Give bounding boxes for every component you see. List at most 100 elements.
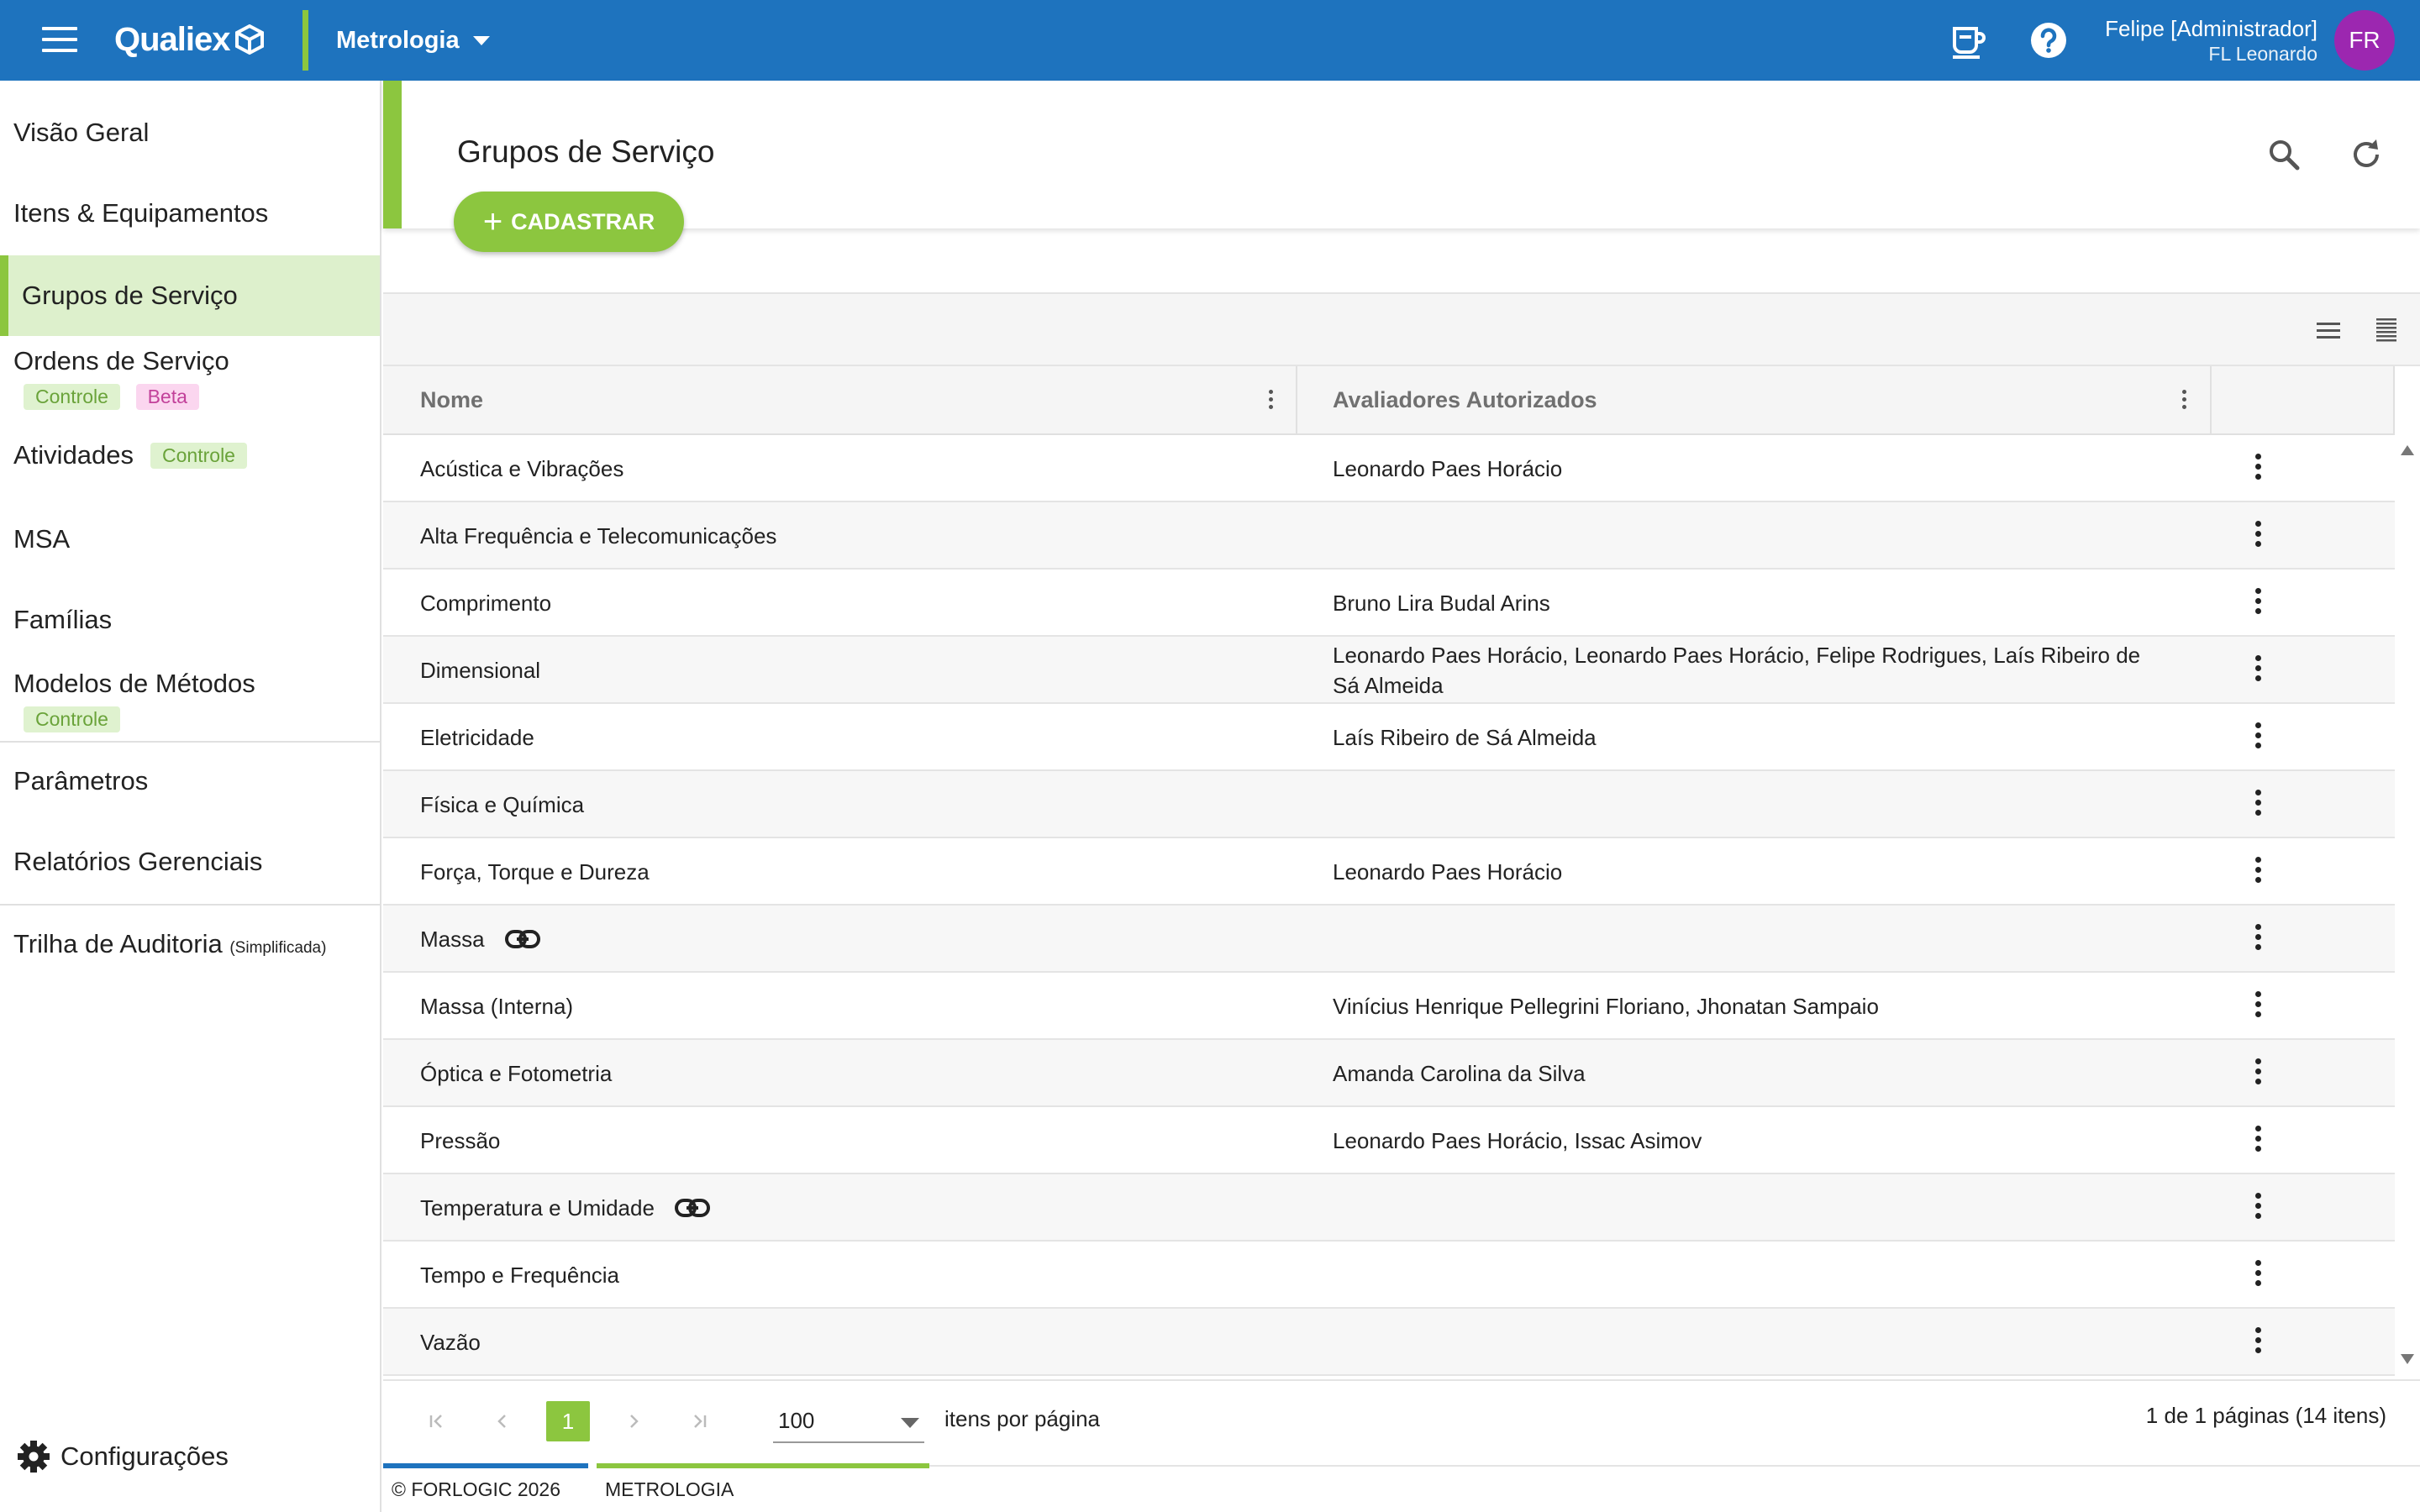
last-page-icon[interactable] [679, 1401, 719, 1441]
caret-down-icon [901, 1418, 919, 1428]
coffee-cup-icon[interactable] [1948, 20, 1988, 60]
cell-avaliadores: Leonardo Paes Horácio, Leonardo Paes Hor… [1333, 643, 2141, 698]
row-actions-icon[interactable] [2254, 454, 2262, 480]
row-actions-icon[interactable] [2254, 1058, 2262, 1084]
link-icon[interactable] [674, 1198, 710, 1218]
scroll-up-icon[interactable] [2401, 445, 2414, 455]
sidebar-item-atividades[interactable]: Atividades Controle [0, 440, 380, 470]
sidebar-item-grupos-de-servico[interactable]: Grupos de Serviço [0, 255, 380, 336]
beta-badge: Beta [135, 384, 199, 410]
table-row[interactable]: Óptica e Fotometria Amanda Carolina da S… [383, 1040, 2395, 1107]
link-icon[interactable] [504, 929, 540, 949]
table-row[interactable]: Vazão [383, 1309, 2395, 1376]
menu-icon[interactable] [42, 27, 77, 54]
sidebar-item-ordens-de-servico[interactable]: Ordens de Serviço Controle Beta [0, 346, 380, 410]
row-actions-icon[interactable] [2254, 790, 2262, 816]
sidebar-item-familias[interactable]: Famílias [0, 605, 380, 635]
previous-page-icon[interactable] [482, 1401, 523, 1441]
scroll-down-icon[interactable] [2401, 1354, 2414, 1364]
cell-nome: Tempo e Frequência [420, 1242, 619, 1309]
sidebar-item-relatorios-gerenciais[interactable]: Relatórios Gerenciais [0, 847, 380, 877]
settings-link[interactable]: Configurações [15, 1438, 229, 1475]
page-size-select[interactable]: 100 [773, 1399, 924, 1443]
cell-nome: Física e Química [420, 771, 584, 838]
cell-avaliadores [1333, 502, 2173, 570]
row-actions-icon[interactable] [2254, 655, 2262, 681]
table-row[interactable]: Dimensional Leonardo Paes Horácio, Leona… [383, 637, 2395, 704]
row-actions-icon[interactable] [2254, 588, 2262, 614]
search-icon[interactable] [2264, 134, 2304, 175]
first-page-icon[interactable] [417, 1401, 457, 1441]
row-actions-icon[interactable] [2254, 1126, 2262, 1152]
table-row[interactable]: Acústica e Vibrações Leonardo Paes Horác… [383, 435, 2395, 502]
table-row[interactable]: Tempo e Frequência [383, 1242, 2395, 1309]
user-name: Felipe [Administrador] [2105, 16, 2317, 41]
footer-copyright: © FORLOGIC 2026 [392, 1478, 561, 1500]
row-name: Dimensional [420, 657, 541, 683]
user-info[interactable]: Felipe [Administrador] FL Leonardo [2105, 15, 2317, 66]
table-row[interactable]: Física e Química [383, 771, 2395, 838]
row-actions-icon[interactable] [2254, 857, 2262, 883]
cell-nome: Eletricidade [420, 704, 534, 771]
row-actions-icon[interactable] [2254, 521, 2262, 547]
cell-avaliadores: Vinícius Henrique Pellegrini Floriano, J… [1333, 994, 1879, 1019]
current-page-button[interactable]: 1 [546, 1401, 590, 1441]
row-name: Força, Torque e Dureza [420, 858, 650, 885]
row-actions-icon[interactable] [2254, 1260, 2262, 1286]
column-header-avaliadores[interactable]: Avaliadores Autorizados [1333, 366, 1597, 433]
sidebar-item-itens-equipamentos[interactable]: Itens & Equipamentos [0, 198, 380, 228]
column-divider[interactable] [1296, 366, 1297, 433]
column-divider[interactable] [2210, 366, 2212, 433]
row-actions-icon[interactable] [2254, 991, 2262, 1017]
table-row[interactable]: Temperatura e Umidade [383, 1174, 2395, 1242]
sidebar-divider [0, 904, 380, 906]
sidebar-item-parametros[interactable]: Parâmetros [0, 766, 380, 796]
table-row[interactable]: Força, Torque e Dureza Leonardo Paes Hor… [383, 838, 2395, 906]
table-scrollbar[interactable] [2395, 435, 2420, 1374]
table-row[interactable]: Eletricidade Laís Ribeiro de Sá Almeida [383, 704, 2395, 771]
sidebar-item-visao-geral[interactable]: Visão Geral [0, 118, 380, 148]
density-compact-icon[interactable] [2314, 316, 2343, 344]
module-selector[interactable]: Metrologia [336, 24, 490, 57]
sidebar-item-label: Modelos de Métodos [13, 669, 255, 698]
help-icon[interactable] [2028, 20, 2069, 60]
table-row[interactable]: Alta Frequência e Telecomunicações [383, 502, 2395, 570]
sidebar-divider [0, 741, 380, 743]
row-actions-icon[interactable] [2254, 924, 2262, 950]
top-bar: Qualiex Metrologia Felipe [Administrador… [0, 0, 2420, 81]
column-menu-icon[interactable] [1266, 390, 1275, 415]
sidebar-item-label: Parâmetros [13, 766, 149, 795]
sidebar-item-label: Atividades [13, 440, 134, 470]
user-organization: FL Leonardo [2208, 43, 2317, 65]
brand-logo[interactable]: Qualiex [114, 18, 264, 60]
column-header-nome[interactable]: Nome [420, 366, 483, 433]
brand-cube-icon [234, 24, 264, 55]
table-row[interactable]: Pressão Leonardo Paes Horácio, Issac Asi… [383, 1107, 2395, 1174]
column-menu-icon[interactable] [2180, 390, 2188, 415]
table-row[interactable]: Comprimento Bruno Lira Budal Arins [383, 570, 2395, 637]
avatar[interactable]: FR [2334, 10, 2395, 71]
sidebar-item-modelos-de-metodos[interactable]: Modelos de Métodos Controle [0, 669, 380, 732]
table-header: Nome Avaliadores Autorizados [383, 366, 2395, 435]
table-row[interactable]: Massa (Interna) Vinícius Henrique Pelleg… [383, 973, 2395, 1040]
next-page-icon[interactable] [613, 1401, 654, 1441]
refresh-icon[interactable] [2346, 134, 2386, 175]
table-row[interactable]: Massa [383, 906, 2395, 973]
row-actions-icon[interactable] [2254, 1327, 2262, 1353]
row-name: Massa [420, 926, 485, 952]
column-divider [2393, 366, 2395, 433]
footer-divider [929, 1465, 2420, 1467]
row-actions-icon[interactable] [2254, 722, 2262, 748]
create-button[interactable]: + CADASTRAR [454, 192, 684, 252]
controle-badge: Controle [24, 706, 120, 732]
sidebar-item-trilha-de-auditoria[interactable]: Trilha de Auditoria (Simplificada) [0, 929, 380, 959]
sidebar-item-label: Grupos de Serviço [22, 281, 238, 310]
density-dense-icon[interactable] [2371, 316, 2400, 344]
cell-nome: Temperatura e Umidade [420, 1174, 710, 1242]
row-actions-icon[interactable] [2254, 1193, 2262, 1219]
sidebar-item-msa[interactable]: MSA [0, 524, 380, 554]
row-name: Comprimento [420, 590, 552, 616]
groups-table: Nome Avaliadores Autorizados Acústica e … [383, 292, 2420, 1458]
cell-avaliadores: Amanda Carolina da Silva [1333, 1061, 1586, 1086]
page-size-label: itens por página [944, 1406, 1101, 1431]
